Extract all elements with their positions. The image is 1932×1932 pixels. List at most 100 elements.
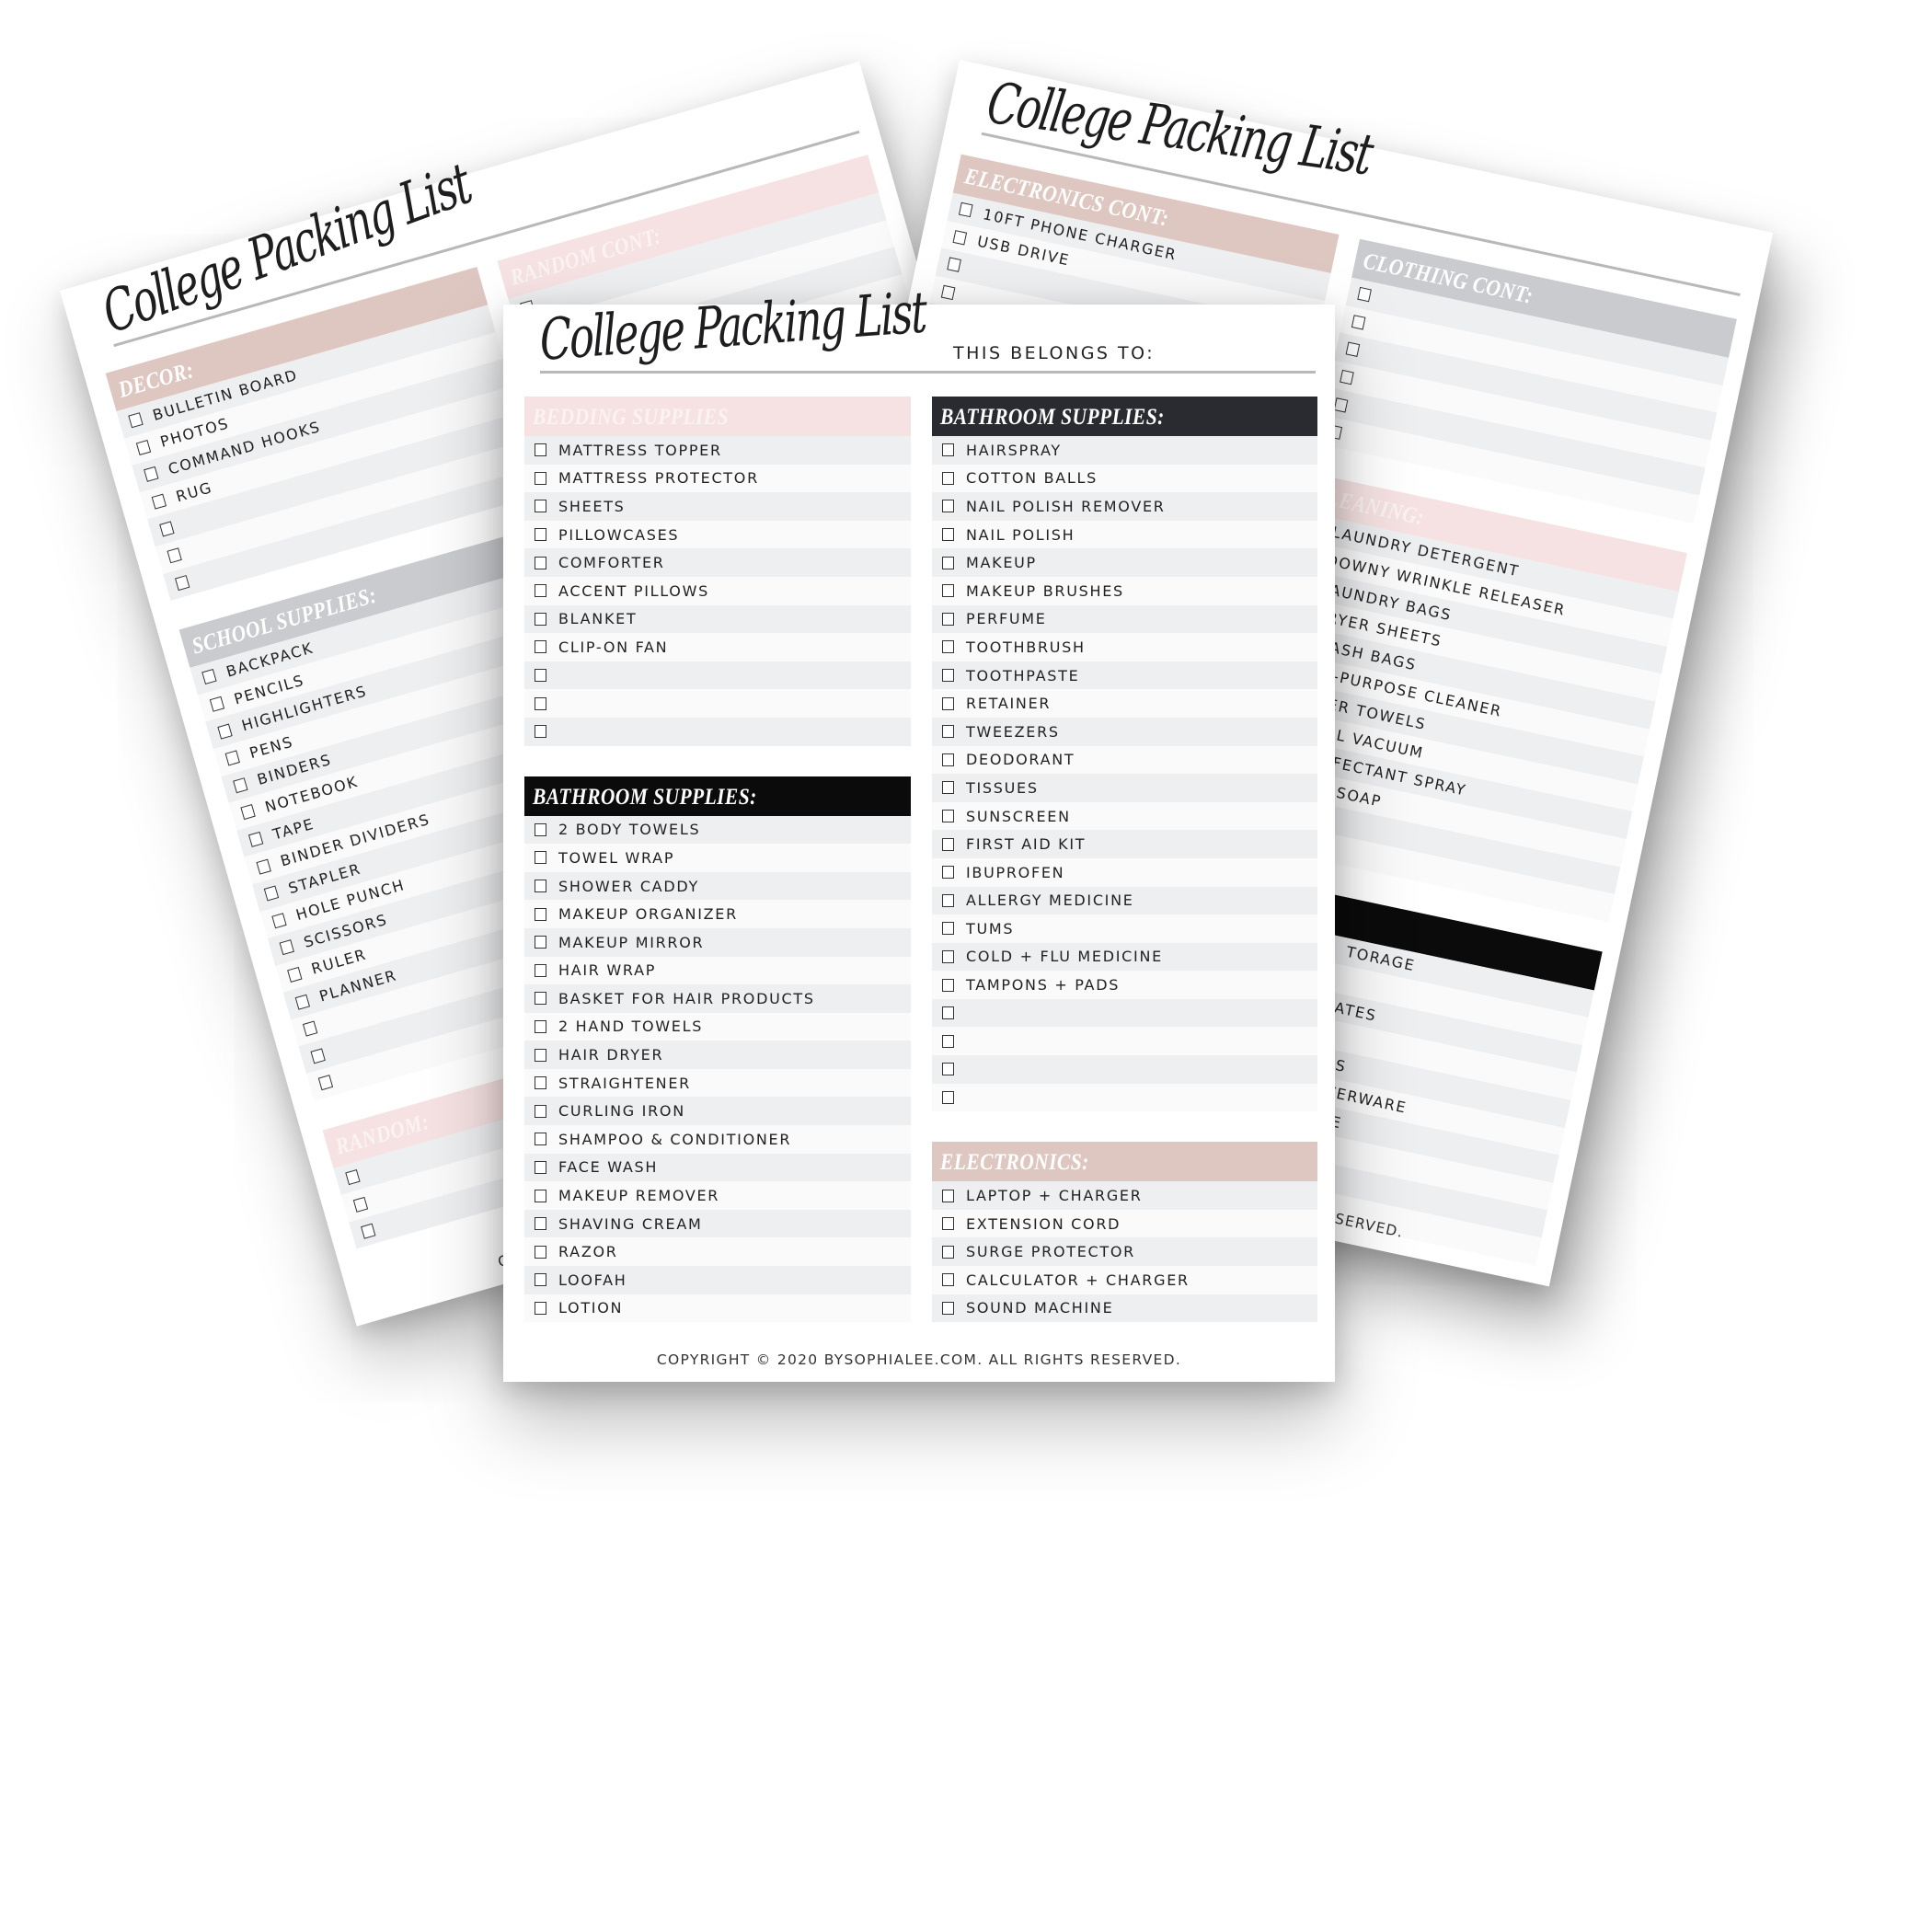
checklist-item[interactable]: CALCULATOR + CHARGER: [932, 1266, 1317, 1294]
checklist-item[interactable]: TAMPONS + PADS: [932, 971, 1317, 999]
checklist-item[interactable]: IBUPROFEN: [932, 857, 1317, 887]
checklist-item[interactable]: EXTENSION CORD: [932, 1209, 1317, 1238]
checkbox[interactable]: [942, 978, 954, 992]
checkbox[interactable]: [361, 1223, 376, 1239]
checklist-item[interactable]: 2 HAND TOWELS: [524, 1012, 911, 1041]
checkbox[interactable]: [535, 471, 546, 485]
checkbox[interactable]: [535, 696, 546, 710]
checkbox[interactable]: [535, 1245, 546, 1259]
checklist-item[interactable]: NAIL POLISH: [932, 520, 1317, 549]
checklist-item[interactable]: TUMS: [932, 914, 1317, 943]
checkbox[interactable]: [942, 1245, 954, 1259]
checkbox[interactable]: [947, 257, 961, 273]
checkbox[interactable]: [942, 837, 954, 851]
checklist-item[interactable]: TOWEL WRAP: [524, 844, 911, 872]
checklist-item[interactable]: SHAMPOO & CONDITIONER: [524, 1125, 911, 1154]
checkbox[interactable]: [535, 528, 546, 542]
checklist-item[interactable]: COMFORTER: [524, 548, 911, 577]
checkbox[interactable]: [535, 640, 546, 654]
checklist-item[interactable]: MATTRESS TOPPER: [524, 436, 911, 465]
checkbox[interactable]: [271, 913, 287, 929]
checklist-item[interactable]: FIRST AID KIT: [932, 830, 1317, 858]
checklist-item[interactable]: PERFUME: [932, 604, 1317, 634]
checkbox[interactable]: [535, 1301, 546, 1315]
checkbox[interactable]: [535, 584, 546, 598]
checkbox[interactable]: [942, 612, 954, 626]
checklist-item[interactable]: SURGE PROTECTOR: [932, 1237, 1317, 1267]
checkbox[interactable]: [942, 1273, 954, 1287]
checkbox[interactable]: [942, 1189, 954, 1202]
checklist-item[interactable]: 2 BODY TOWELS: [524, 815, 911, 845]
checklist-item[interactable]: NAIL POLISH REMOVER: [932, 492, 1317, 521]
checkbox[interactable]: [151, 493, 167, 510]
checkbox[interactable]: [535, 1019, 546, 1033]
checkbox[interactable]: [294, 994, 310, 1010]
checkbox[interactable]: [352, 1196, 369, 1213]
checkbox[interactable]: [958, 202, 973, 218]
checklist-item[interactable]: [524, 661, 911, 690]
checkbox[interactable]: [535, 1189, 546, 1202]
checklist-item[interactable]: SHEETS: [524, 492, 911, 521]
checkbox[interactable]: [940, 284, 956, 301]
checkbox[interactable]: [1340, 369, 1354, 385]
checkbox[interactable]: [345, 1168, 361, 1186]
checkbox[interactable]: [128, 412, 144, 429]
checkbox[interactable]: [535, 1104, 546, 1118]
checkbox[interactable]: [535, 1217, 546, 1231]
checkbox[interactable]: [942, 471, 954, 485]
checkbox[interactable]: [535, 500, 546, 513]
checkbox[interactable]: [942, 725, 954, 739]
checklist-item[interactable]: BLANKET: [524, 604, 911, 634]
checkbox[interactable]: [247, 831, 264, 847]
checkbox[interactable]: [201, 669, 217, 685]
checklist-item[interactable]: HAIR WRAP: [524, 956, 911, 985]
checkbox[interactable]: [535, 443, 546, 457]
checkbox[interactable]: [535, 1273, 546, 1287]
checkbox[interactable]: [302, 1020, 318, 1037]
checklist-item[interactable]: TWEEZERS: [932, 717, 1317, 746]
checklist-item[interactable]: RAZOR: [524, 1237, 911, 1267]
checkbox[interactable]: [535, 1076, 546, 1090]
checklist-item[interactable]: [932, 1055, 1317, 1084]
checkbox[interactable]: [942, 1006, 954, 1020]
checklist-item[interactable]: [932, 998, 1317, 1028]
checklist-item[interactable]: MAKEUP REMOVER: [524, 1181, 911, 1210]
checkbox[interactable]: [952, 229, 968, 246]
checklist-item[interactable]: SHAVING CREAM: [524, 1209, 911, 1238]
checklist-item[interactable]: STRAIGHTENER: [524, 1068, 911, 1098]
checkbox[interactable]: [1345, 342, 1361, 358]
checklist-item[interactable]: MATTRESS PROTECTOR: [524, 464, 911, 493]
checkbox[interactable]: [535, 992, 546, 1006]
checklist-item[interactable]: HAIRSPRAY: [932, 436, 1317, 465]
checkbox[interactable]: [942, 669, 954, 683]
checklist-item[interactable]: LOTION: [524, 1294, 911, 1323]
checklist-item[interactable]: SUNSCREEN: [932, 801, 1317, 831]
checkbox[interactable]: [942, 922, 954, 936]
checkbox[interactable]: [279, 939, 295, 956]
checkbox[interactable]: [535, 880, 546, 893]
checklist-item[interactable]: CLIP-ON FAN: [524, 633, 911, 661]
checkbox[interactable]: [535, 669, 546, 683]
checklist-item[interactable]: [524, 689, 911, 718]
checkbox[interactable]: [535, 1133, 546, 1146]
checklist-item[interactable]: FACE WASH: [524, 1153, 911, 1182]
checkbox[interactable]: [159, 521, 175, 537]
checkbox[interactable]: [1357, 287, 1372, 303]
checkbox[interactable]: [287, 966, 303, 983]
checklist-item[interactable]: TOOTHBRUSH: [932, 633, 1317, 661]
checkbox[interactable]: [942, 1301, 954, 1315]
checkbox[interactable]: [209, 696, 225, 712]
checklist-item[interactable]: DEODORANT: [932, 745, 1317, 775]
checkbox[interactable]: [942, 1217, 954, 1231]
checkbox[interactable]: [942, 528, 954, 542]
checklist-item[interactable]: COTTON BALLS: [932, 464, 1317, 493]
checkbox[interactable]: [942, 584, 954, 598]
checkbox[interactable]: [942, 810, 954, 823]
checkbox[interactable]: [317, 1075, 334, 1091]
checkbox[interactable]: [942, 443, 954, 457]
checkbox[interactable]: [174, 574, 190, 591]
checkbox[interactable]: [535, 851, 546, 865]
checkbox[interactable]: [1333, 397, 1349, 413]
checkbox[interactable]: [233, 777, 248, 794]
checkbox[interactable]: [942, 893, 954, 907]
